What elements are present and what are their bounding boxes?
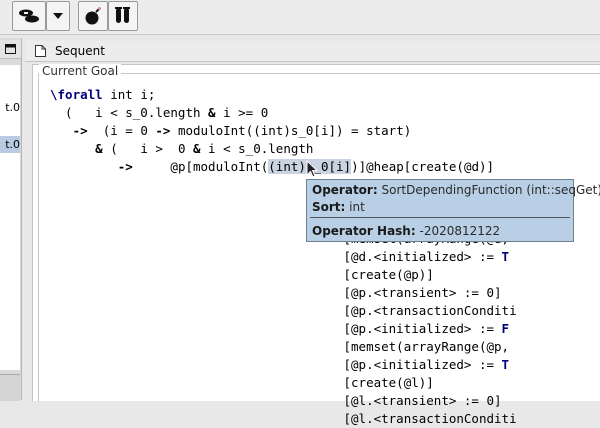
list-item-selected[interactable]: t.0	[0, 136, 20, 153]
dropdown-arrow-icon	[53, 13, 63, 19]
code-token[interactable]: [memset(arrayRange(@p,	[50, 339, 509, 354]
code-token[interactable]: T	[502, 357, 510, 372]
left-panel-list: t.0 t.0	[0, 65, 20, 370]
code-token[interactable]: \forall	[50, 87, 103, 102]
code-token[interactable]	[50, 123, 73, 138]
code-line[interactable]: [@p.<initialized> := F	[50, 320, 517, 338]
code-token[interactable]: [@d.<initialized> :=	[50, 249, 502, 264]
code-token[interactable]: T	[502, 249, 510, 264]
code-line[interactable]: \forall int i;	[50, 86, 517, 104]
tooltip-sort-row: Sort: int	[312, 199, 365, 215]
code-token[interactable]: [@p.<transactionConditi	[50, 303, 516, 318]
code-token[interactable]: (i = 0	[88, 123, 156, 138]
code-token[interactable]: ->	[155, 123, 170, 138]
test-tubes-icon	[115, 7, 130, 23]
code-token[interactable]: [@p.<transient> := 0]	[50, 285, 501, 300]
code-line[interactable]: [create(@l)]	[50, 374, 517, 392]
tooltip-operator-value: SortDependingFunction (int::seqGet)	[381, 183, 600, 197]
code-line[interactable]: -> (i = 0 -> moduloInt((int)s_0[i]) = st…	[50, 122, 517, 140]
code-token[interactable]: i >= 0	[216, 105, 268, 120]
code-token[interactable]: F	[502, 321, 510, 336]
code-line[interactable]: [@p.<transactionConditi	[50, 302, 516, 320]
code-token[interactable]: i < s_0.length	[201, 141, 313, 156]
code-token[interactable]: &	[95, 141, 103, 156]
goal-title: Current Goal	[39, 64, 122, 78]
document-icon	[35, 45, 46, 57]
tooltip-operator-label: Operator:	[312, 183, 378, 197]
code-token[interactable]	[50, 141, 95, 156]
window-icon[interactable]	[5, 44, 16, 54]
code-line[interactable]: [@l.<transient> := 0]	[50, 392, 517, 410]
mouse-cursor-icon	[306, 160, 318, 178]
tooltip-hash-value: -2020812122	[419, 224, 501, 238]
tooltip-hash-label: Operator Hash:	[312, 224, 416, 238]
code-token[interactable]: ( i > 0	[103, 141, 193, 156]
code-token[interactable]: moduloInt((int)s_0[i]) = start)	[170, 123, 411, 138]
code-line[interactable]: [@l.<transactionConditi	[50, 410, 516, 428]
code-line[interactable]: [@p.<initialized> := T	[50, 356, 517, 374]
tooltip-separator	[310, 217, 570, 218]
tooltip-hash-row: Operator Hash: -2020812122	[312, 223, 500, 239]
toolbar	[0, 0, 600, 35]
code-token[interactable]: [@l.<transient> := 0]	[50, 393, 501, 408]
code-line[interactable]: ( i < s_0.length & i >= 0	[50, 104, 517, 122]
left-panel: t.0 t.0	[0, 38, 22, 401]
code-token[interactable]: &	[193, 141, 201, 156]
code-line[interactable]: [@d.<initialized> := T	[50, 248, 517, 266]
code-line[interactable]: -> @p[moduloInt((int)s_0[i])]@heap[creat…	[50, 158, 517, 176]
code-token[interactable]: ( i < s_0.length	[50, 105, 208, 120]
left-panel-header	[0, 40, 21, 59]
code-token[interactable]: @p[moduloInt(	[133, 159, 268, 174]
strategy-button[interactable]	[12, 1, 46, 31]
code-token[interactable]: ->	[118, 159, 133, 174]
tooltip-sort-label: Sort:	[312, 200, 346, 214]
left-panel-footer	[0, 374, 20, 401]
sequent-formula[interactable]: \forall int i; ( i < s_0.length & i >= 0…	[50, 86, 517, 428]
code-line[interactable]: [create(@p)]	[50, 266, 517, 284]
code-token[interactable]: [create(@p)]	[50, 267, 433, 282]
code-token[interactable]: )]@heap[create(@d)]	[351, 159, 494, 174]
code-token[interactable]: [@l.<transactionConditi	[50, 411, 516, 426]
code-token[interactable]: [@p.<initialized> :=	[50, 321, 502, 336]
code-token[interactable]	[50, 159, 118, 174]
code-token[interactable]: &	[208, 105, 216, 120]
tooltip-sort-value: int	[349, 200, 365, 214]
code-line[interactable]: [@p.<transient> := 0]	[50, 284, 517, 302]
operator-tooltip: Operator: SortDependingFunction (int::se…	[306, 179, 600, 242]
bomb-icon	[85, 7, 101, 25]
code-token[interactable]: [@p.<initialized> :=	[50, 357, 502, 372]
bomb-button[interactable]	[78, 1, 108, 31]
sequent-title: Sequent	[55, 44, 105, 58]
tooltip-operator-row: Operator: SortDependingFunction (int::se…	[312, 182, 600, 198]
code-line[interactable]: [memset(arrayRange(@p,	[50, 338, 517, 356]
list-item[interactable]: t.0	[0, 99, 20, 116]
strategy-dropdown-button[interactable]	[46, 1, 70, 31]
code-token[interactable]: ->	[73, 123, 88, 138]
code-token[interactable]: [create(@l)]	[50, 375, 433, 390]
code-line[interactable]: & ( i > 0 & i < s_0.length	[50, 140, 517, 158]
strategy-icon	[19, 9, 39, 23]
test-tubes-button[interactable]	[108, 1, 138, 31]
code-token[interactable]: int i;	[103, 87, 155, 102]
sequent-header: Sequent	[25, 41, 600, 62]
